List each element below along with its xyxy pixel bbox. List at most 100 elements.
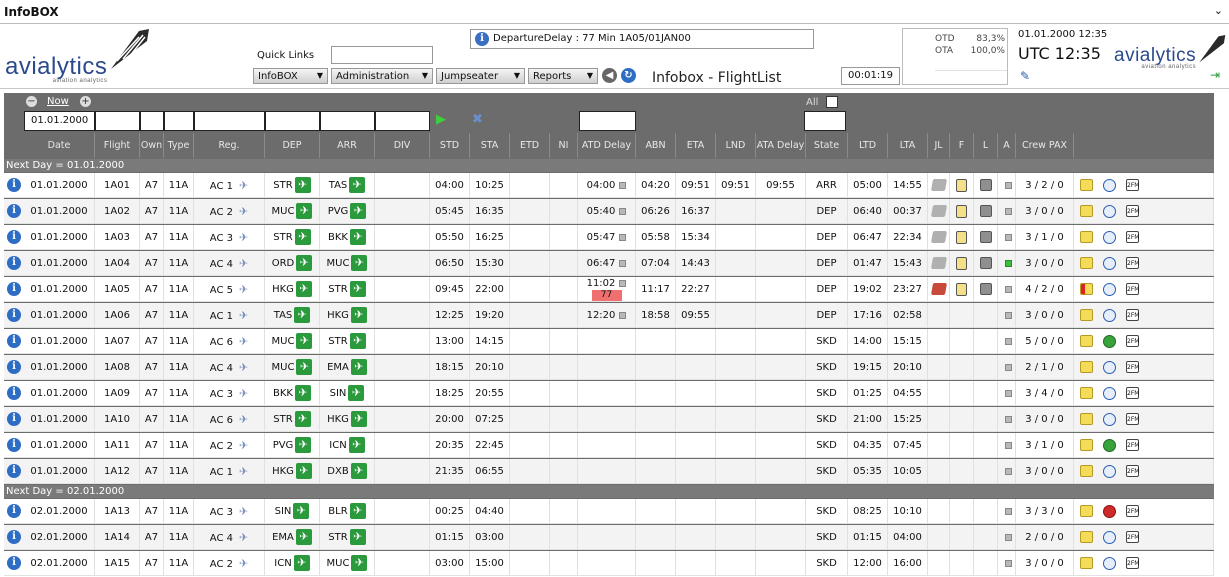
journey-log-icon[interactable] [930, 179, 947, 191]
fuel-icon[interactable] [956, 282, 967, 296]
info-icon[interactable]: i [7, 464, 21, 478]
fm-icon[interactable]: 2FM [1126, 465, 1139, 477]
note-icon[interactable] [1080, 465, 1093, 477]
column-header[interactable]: ETA [676, 133, 716, 158]
fm-icon[interactable]: 2FM [1126, 505, 1139, 517]
table-row[interactable]: i 01.01.2000 1A10 A7 11A AC 6 ✈ STR ✈ HKG ✈ 20:00 07… [4, 407, 1214, 432]
airport-icon[interactable]: ✈ [294, 177, 311, 193]
journey-log-icon[interactable] [930, 205, 947, 217]
airport-icon[interactable]: ✈ [294, 229, 311, 245]
column-header[interactable]: Own [140, 133, 164, 158]
column-header[interactable]: F [950, 133, 974, 158]
clock-icon[interactable] [1103, 556, 1116, 570]
aircraft-icon[interactable]: ✈ [239, 303, 248, 328]
column-header[interactable]: ETD [510, 133, 550, 158]
edit-icon[interactable]: ✎ [1020, 69, 1030, 83]
quick-links-input[interactable] [331, 46, 433, 64]
clock-icon[interactable] [1103, 504, 1116, 518]
chevron-down-icon[interactable]: ⌄ [1214, 4, 1223, 17]
airport-icon[interactable]: ✈ [294, 411, 311, 427]
plus-icon[interactable]: + [80, 96, 91, 107]
load-icon[interactable] [979, 205, 992, 217]
menu-jumpseater[interactable]: Jumpseater ▼ [436, 68, 525, 84]
atd-delay-filter[interactable] [579, 111, 636, 131]
airport-icon[interactable]: ✈ [296, 359, 313, 375]
flight-filter[interactable] [95, 111, 140, 131]
info-icon[interactable]: i [7, 412, 21, 426]
info-icon[interactable]: i [7, 204, 21, 218]
info-icon[interactable]: i [7, 530, 21, 544]
airport-icon[interactable]: ✈ [349, 333, 366, 349]
load-icon[interactable] [979, 231, 992, 243]
airport-icon[interactable]: ✈ [350, 411, 367, 427]
fm-icon[interactable]: 2FM [1126, 557, 1139, 569]
info-icon[interactable]: i [7, 360, 21, 374]
airport-icon[interactable]: ✈ [350, 359, 367, 375]
fm-icon[interactable]: 2FM [1126, 335, 1139, 347]
clock-icon[interactable] [1103, 204, 1116, 218]
airport-icon[interactable]: ✈ [295, 437, 312, 453]
table-row[interactable]: i 01.01.2000 1A02 A7 11A AC 2 ✈ MUC ✈ PVG ✈ 05:45 16… [4, 199, 1214, 224]
aircraft-icon[interactable]: ✈ [239, 329, 248, 354]
note-icon[interactable] [1080, 231, 1093, 243]
aircraft-icon[interactable]: ✈ [239, 381, 248, 406]
clock-icon[interactable] [1103, 282, 1116, 296]
airport-icon[interactable]: ✈ [349, 177, 366, 193]
column-header[interactable]: A [998, 133, 1016, 158]
clock-icon[interactable] [1103, 360, 1116, 374]
info-icon[interactable]: i [7, 230, 21, 244]
note-icon[interactable] [1080, 505, 1093, 517]
clear-icon[interactable]: ✖ [472, 112, 483, 127]
airport-icon[interactable]: ✈ [294, 307, 311, 323]
airport-icon[interactable]: ✈ [296, 333, 313, 349]
column-header[interactable]: Reg. [194, 133, 265, 158]
aircraft-icon[interactable]: ✈ [239, 459, 248, 484]
logout-icon[interactable]: ⇥ [1210, 68, 1220, 82]
journey-log-icon[interactable] [930, 283, 947, 295]
column-header[interactable]: Date [24, 133, 95, 158]
fuel-icon[interactable] [956, 204, 967, 218]
menu-administration[interactable]: Administration ▼ [331, 68, 433, 84]
info-icon[interactable]: i [7, 504, 21, 518]
table-row[interactable]: i 01.01.2000 1A07 A7 11A AC 6 ✈ MUC ✈ STR ✈ 13:00 14… [4, 329, 1214, 354]
airport-icon[interactable]: ✈ [295, 529, 312, 545]
fm-icon[interactable]: 2FM [1126, 439, 1139, 451]
table-row[interactable]: i 01.01.2000 1A03 A7 11A AC 3 ✈ STR ✈ BKK ✈ 05:50 16… [4, 225, 1214, 250]
fm-icon[interactable]: 2FM [1126, 179, 1139, 191]
column-header[interactable]: JL [928, 133, 950, 158]
note-icon[interactable] [1080, 557, 1093, 569]
column-header[interactable]: LTA [888, 133, 928, 158]
table-row[interactable]: i 01.01.2000 1A09 A7 11A AC 3 ✈ BKK ✈ SIN ✈ 18:25 20… [4, 381, 1214, 406]
column-header[interactable]: Type [164, 133, 194, 158]
table-row[interactable]: i 01.01.2000 1A11 A7 11A AC 2 ✈ PVG ✈ ICN ✈ 20:35 22… [4, 433, 1214, 458]
airport-icon[interactable]: ✈ [296, 203, 313, 219]
aircraft-icon[interactable]: ✈ [239, 173, 248, 198]
note-icon[interactable] [1080, 413, 1093, 425]
column-header[interactable]: DEP [265, 133, 320, 158]
airport-icon[interactable]: ✈ [349, 229, 366, 245]
play-icon[interactable]: ▶ [436, 112, 446, 127]
clock-icon[interactable] [1103, 464, 1116, 478]
note-icon[interactable] [1080, 257, 1093, 269]
airport-icon[interactable]: ✈ [295, 463, 312, 479]
info-icon[interactable]: i [7, 438, 21, 452]
fm-icon[interactable]: 2FM [1126, 309, 1139, 321]
now-link[interactable]: Now [47, 96, 69, 107]
airport-icon[interactable]: ✈ [349, 503, 366, 519]
column-header[interactable]: ABN [636, 133, 676, 158]
clock-icon[interactable] [1103, 230, 1116, 244]
column-header[interactable]: Crew PAX [1016, 133, 1074, 158]
clock-icon[interactable] [1103, 412, 1116, 426]
div-filter[interactable] [375, 111, 430, 131]
note-icon[interactable] [1080, 179, 1093, 191]
clock-icon[interactable] [1103, 530, 1116, 544]
journey-log-icon[interactable] [930, 257, 947, 269]
fuel-icon[interactable] [956, 178, 967, 192]
clock-icon[interactable] [1103, 386, 1116, 400]
table-row[interactable]: i 01.01.2000 1A12 A7 11A AC 1 ✈ HKG ✈ DXB ✈ 21:35 06… [4, 459, 1214, 484]
menu-reports[interactable]: Reports ▼ [528, 68, 598, 84]
table-row[interactable]: i 01.01.2000 1A04 A7 11A AC 4 ✈ ORD ✈ MUC ✈ 06:50 15… [4, 251, 1214, 276]
state-filter[interactable] [804, 111, 846, 131]
info-icon[interactable]: i [7, 282, 21, 296]
airport-icon[interactable]: ✈ [350, 307, 367, 323]
